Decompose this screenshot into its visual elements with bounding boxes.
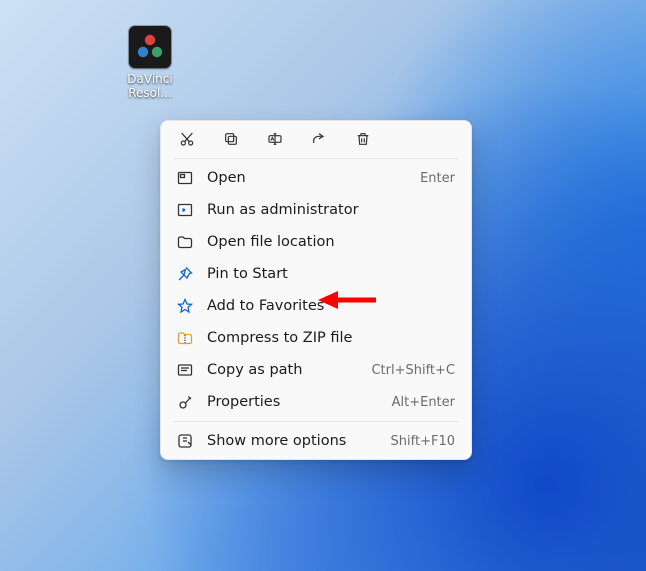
menu-item-shortcut: Ctrl+Shift+C	[371, 363, 455, 378]
menu-item-favorites[interactable]: Add to Favorites	[161, 290, 471, 322]
menu-item-shortcut: Alt+Enter	[392, 395, 455, 410]
menu-separator	[173, 158, 459, 159]
menu-item-label: Compress to ZIP file	[207, 330, 441, 346]
run-admin-icon	[177, 202, 193, 218]
menu-item-run-admin[interactable]: Run as administrator	[161, 194, 471, 226]
menu-item-copy-path[interactable]: Copy as path Ctrl+Shift+C	[161, 354, 471, 386]
copy-icon	[223, 131, 239, 147]
more-options-icon	[177, 433, 193, 449]
menu-item-label: Properties	[207, 394, 378, 410]
menu-item-label: Open file location	[207, 234, 441, 250]
cut-button[interactable]	[177, 129, 197, 149]
menu-item-label: Pin to Start	[207, 266, 441, 282]
rename-button[interactable]	[265, 129, 285, 149]
delete-icon	[355, 131, 371, 147]
copy-button[interactable]	[221, 129, 241, 149]
menu-item-shortcut: Shift+F10	[391, 434, 455, 449]
context-menu: Open Enter Run as administrator Open fil…	[160, 120, 472, 460]
menu-item-more-options[interactable]: Show more options Shift+F10	[161, 425, 471, 457]
menu-item-pin-start[interactable]: Pin to Start	[161, 258, 471, 290]
menu-separator	[173, 421, 459, 422]
menu-item-compress[interactable]: Compress to ZIP file	[161, 322, 471, 354]
rename-icon	[267, 131, 283, 147]
share-icon	[311, 131, 327, 147]
menu-item-label: Open	[207, 170, 406, 186]
desktop-background: DaVinci Resol...	[0, 0, 646, 571]
folder-icon	[177, 234, 193, 250]
menu-item-label: Run as administrator	[207, 202, 441, 218]
copy-path-icon	[177, 362, 193, 378]
share-button[interactable]	[309, 129, 329, 149]
menu-item-label: Show more options	[207, 433, 377, 449]
desktop-shortcut-davinci[interactable]: DaVinci Resol...	[118, 26, 182, 100]
menu-item-properties[interactable]: Properties Alt+Enter	[161, 386, 471, 418]
menu-item-label: Add to Favorites	[207, 298, 441, 314]
pin-icon	[177, 266, 193, 282]
shortcut-label: DaVinci Resol...	[118, 72, 182, 100]
delete-button[interactable]	[353, 129, 373, 149]
open-icon	[177, 170, 193, 186]
menu-item-label: Copy as path	[207, 362, 357, 378]
menu-item-shortcut: Enter	[420, 171, 455, 186]
cut-icon	[179, 131, 195, 147]
menu-item-open-location[interactable]: Open file location	[161, 226, 471, 258]
properties-icon	[177, 394, 193, 410]
star-icon	[177, 298, 193, 314]
menu-item-open[interactable]: Open Enter	[161, 162, 471, 194]
zip-icon	[177, 330, 193, 346]
davinci-resolve-icon	[129, 26, 171, 68]
quick-action-bar	[161, 125, 471, 155]
